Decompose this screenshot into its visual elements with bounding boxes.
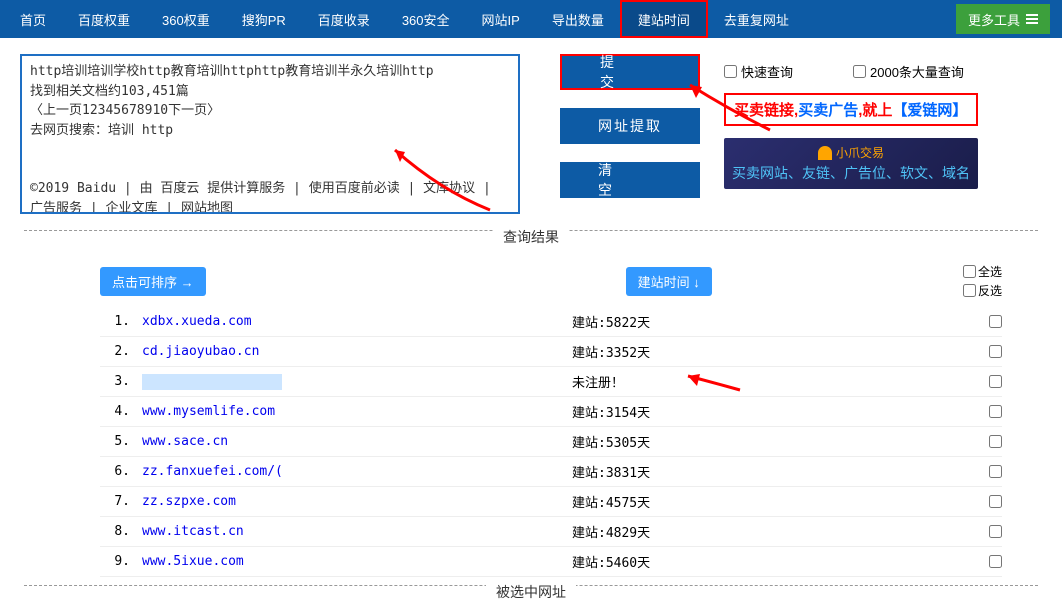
results-list: 1. xdbx.xueda.com建站:5822天 2. cd.jiaoyubao.c… xyxy=(100,307,1002,577)
hamburger-icon xyxy=(1026,14,1038,24)
row-number: 2. xyxy=(100,344,130,359)
row-number: 5. xyxy=(100,434,130,449)
nav-item-4[interactable]: 百度收录 xyxy=(302,0,386,38)
clear-button[interactable]: 清空 xyxy=(560,162,700,198)
ad-banner-2[interactable]: 小爪交易 买卖网站、友链、广告位、软文、域名 xyxy=(724,138,978,189)
time-sort-button[interactable]: 建站时间 ↓ xyxy=(626,267,712,296)
results-title: 查询结果 xyxy=(493,227,569,247)
extract-button[interactable]: 网址提取 xyxy=(560,108,700,144)
row-url-link[interactable]: zz.fanxuefei.com/( xyxy=(142,464,572,479)
row-time: 建站:5822天 xyxy=(572,312,650,331)
row-checkbox[interactable] xyxy=(989,555,1002,568)
row-checkbox[interactable] xyxy=(989,405,1002,418)
row-url-link[interactable]: zz.szpxe.com xyxy=(142,494,572,509)
row-time: 建站:5460天 xyxy=(572,552,650,571)
bulk-query-option[interactable]: 2000条大量查询 xyxy=(853,62,964,81)
buttons-column: 提交 网址提取 清空 xyxy=(560,54,700,198)
row-time: 建站:5305天 xyxy=(572,432,650,451)
fast-query-label: 快速查询 xyxy=(741,62,793,81)
nav-item-5[interactable]: 360安全 xyxy=(386,0,466,38)
row-url-link[interactable]: xdbx.xueda.com xyxy=(142,314,572,329)
table-row: 1. xdbx.xueda.com建站:5822天 xyxy=(100,307,1002,337)
row-time: 建站:3352天 xyxy=(572,342,650,361)
table-row: 5. www.sace.cn建站:5305天 xyxy=(100,427,1002,457)
bulk-query-checkbox[interactable] xyxy=(853,65,866,78)
results-area: 点击可排序 → 建站时间 ↓ 全选 反选 1.xdbx.xueda.com建站:… xyxy=(0,255,1062,577)
nav-item-6[interactable]: 网站IP xyxy=(466,0,536,38)
select-all-option[interactable]: 全选 xyxy=(963,263,1002,280)
nav-item-1[interactable]: 百度权重 xyxy=(62,0,146,38)
ad2-top-label: 小爪交易 xyxy=(836,144,884,161)
row-time: 建站:4575天 xyxy=(572,492,650,511)
row-time: 建站:4829天 xyxy=(572,522,650,541)
row-url-link[interactable]: www.5ixue.com xyxy=(142,554,572,569)
nav-item-2[interactable]: 360权重 xyxy=(146,0,226,38)
arrow-annotation-2 xyxy=(680,80,780,140)
row-checkbox[interactable] xyxy=(989,315,1002,328)
select-all-checkbox[interactable] xyxy=(963,265,976,278)
row-number: 1. xyxy=(100,314,130,329)
row-time: 建站:3831天 xyxy=(572,462,650,481)
options-row: 快速查询 2000条大量查询 xyxy=(724,62,978,81)
table-row: 8. www.itcast.cn建站:4829天 xyxy=(100,517,1002,547)
main-area: http培训培训学校http教育培训httphttp教育培训半永久培训http … xyxy=(0,38,1062,222)
bulk-query-label: 2000条大量查询 xyxy=(870,62,964,81)
row-url-link[interactable]: cd.jiaoyubao.cn xyxy=(142,344,572,359)
more-tools-label: 更多工具 xyxy=(968,10,1020,29)
nav-item-8[interactable]: 建站时间 xyxy=(620,0,708,38)
invert-checkbox[interactable] xyxy=(963,284,976,297)
table-row: 3. 未注册！ xyxy=(100,367,1002,397)
row-time: 建站:3154天 xyxy=(572,402,650,421)
nav-item-9[interactable]: 去重复网址 xyxy=(708,0,805,38)
arrow-annotation-1 xyxy=(380,140,500,220)
row-checkbox[interactable] xyxy=(989,525,1002,538)
table-row: 6. zz.fanxuefei.com/(建站:3831天 xyxy=(100,457,1002,487)
row-number: 7. xyxy=(100,494,130,509)
row-checkbox[interactable] xyxy=(989,435,1002,448)
ad2-bottom-label: 买卖网站、友链、广告位、软文、域名 xyxy=(732,163,970,183)
table-row: 4. www.mysemlife.com建站:3154天 xyxy=(100,397,1002,427)
nav-item-3[interactable]: 搜狗PR xyxy=(226,0,302,38)
row-checkbox[interactable] xyxy=(989,465,1002,478)
row-time: 未注册！ xyxy=(572,372,624,391)
table-row: 9. www.5ixue.com建站:5460天 xyxy=(100,547,1002,577)
sort-button[interactable]: 点击可排序 → xyxy=(100,267,206,296)
invert-option[interactable]: 反选 xyxy=(963,282,1002,299)
table-row: 7. zz.szpxe.com建站:4575天 xyxy=(100,487,1002,517)
row-url-link[interactable]: www.mysemlife.com xyxy=(142,404,572,419)
sort-header: 点击可排序 → 建站时间 ↓ 全选 反选 xyxy=(100,263,1002,299)
fast-query-option[interactable]: 快速查询 xyxy=(724,62,793,81)
fast-query-checkbox[interactable] xyxy=(724,65,737,78)
footer-title: 被选中网址 xyxy=(486,582,576,602)
row-number: 4. xyxy=(100,404,130,419)
row-number: 3. xyxy=(100,374,130,389)
row-url-link[interactable]: www.sace.cn xyxy=(142,434,572,449)
claw-icon xyxy=(818,146,832,160)
row-checkbox[interactable] xyxy=(989,345,1002,358)
nav-bar: 首页百度权重360权重搜狗PR百度收录360安全网站IP导出数量建站时间去重复网… xyxy=(0,0,1062,38)
row-checkbox[interactable] xyxy=(989,495,1002,508)
select-controls: 全选 反选 xyxy=(963,263,1002,299)
arrow-annotation-3 xyxy=(680,368,750,398)
row-checkbox[interactable] xyxy=(989,375,1002,388)
table-row: 2. cd.jiaoyubao.cn建站:3352天 xyxy=(100,337,1002,367)
more-tools-button[interactable]: 更多工具 xyxy=(956,4,1050,34)
nav-item-0[interactable]: 首页 xyxy=(4,0,62,38)
row-number: 6. xyxy=(100,464,130,479)
row-url-link[interactable]: www.itcast.cn xyxy=(142,524,572,539)
row-number: 9. xyxy=(100,554,130,569)
row-number: 8. xyxy=(100,524,130,539)
submit-button[interactable]: 提交 xyxy=(560,54,700,90)
nav-item-7[interactable]: 导出数量 xyxy=(536,0,620,38)
row-url-link xyxy=(142,374,282,390)
